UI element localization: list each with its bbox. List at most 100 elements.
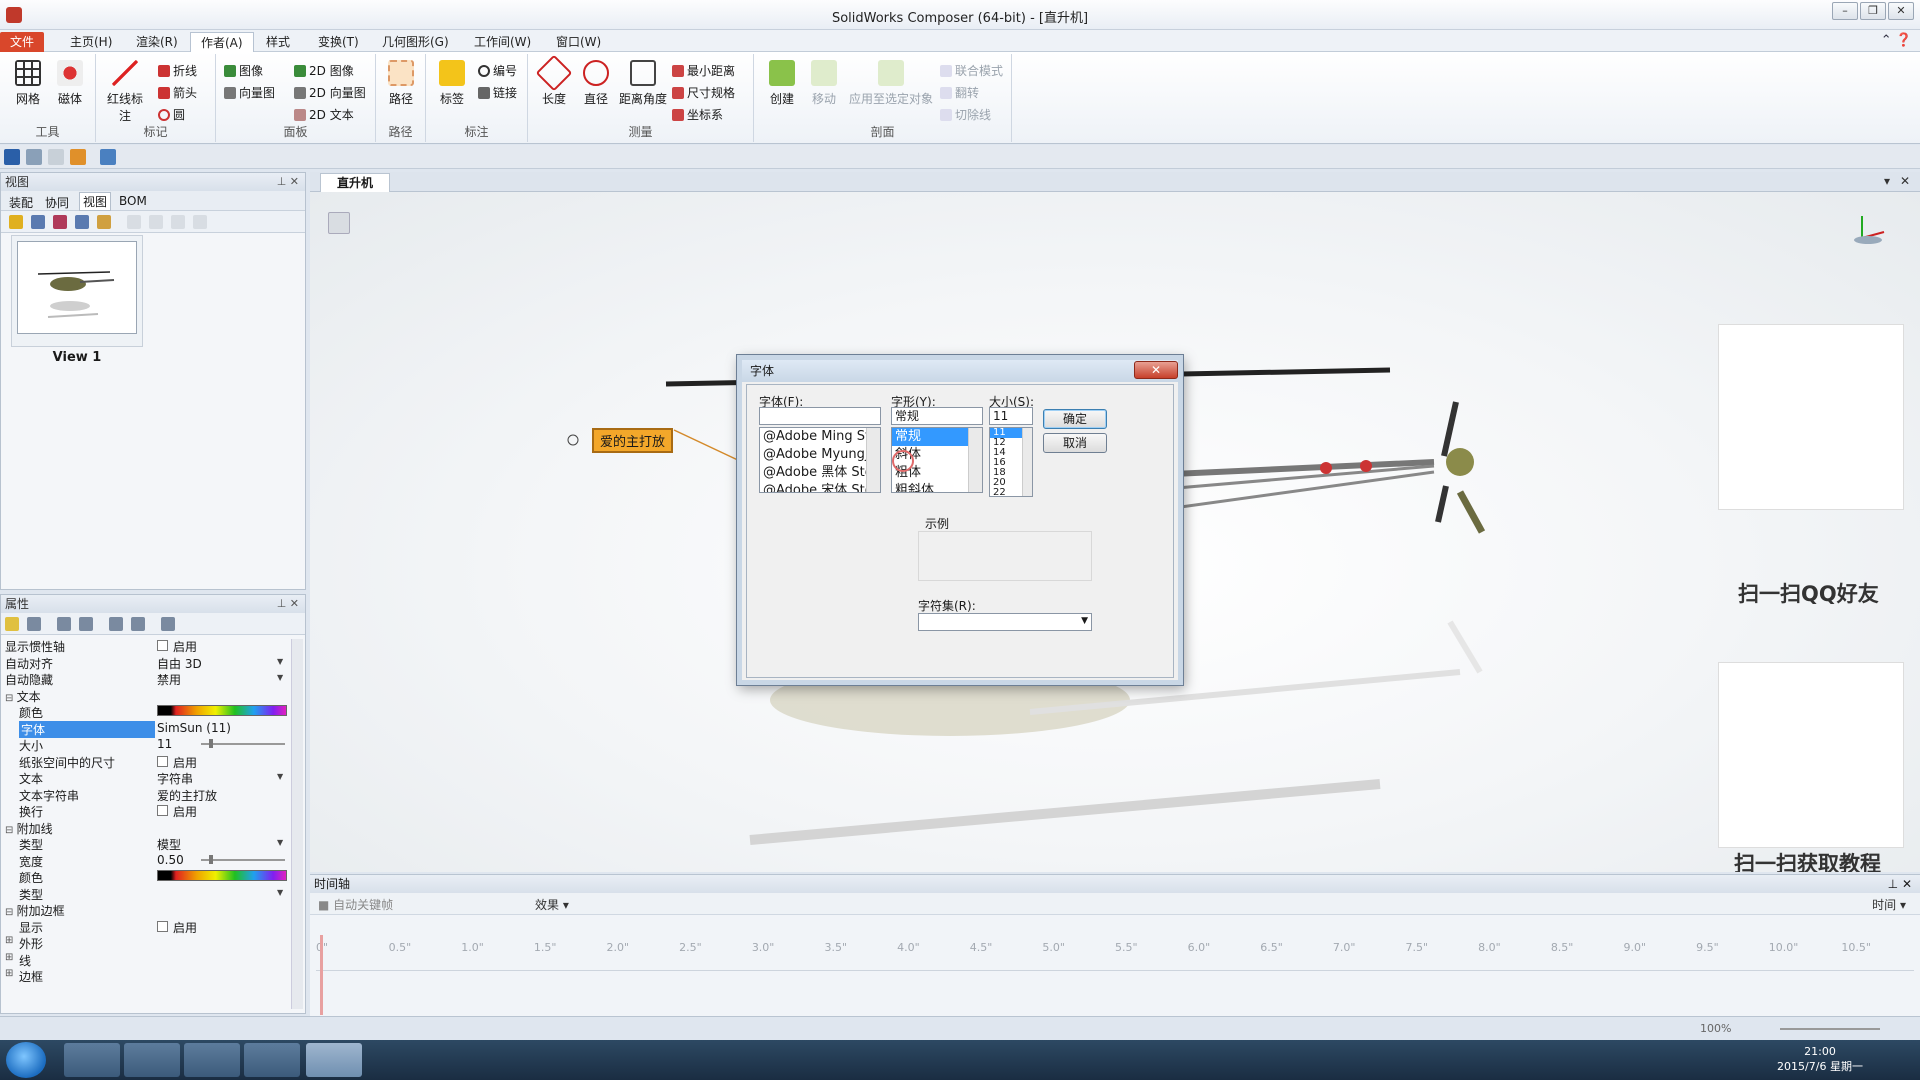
font-list-item[interactable]: @Adobe 黑体 Std bbox=[760, 464, 880, 482]
expand-icon[interactable]: ⊞ bbox=[5, 968, 13, 979]
time-mode-button[interactable]: 时间 ▾ bbox=[1872, 896, 1906, 913]
flip-button[interactable]: 翻转 bbox=[940, 84, 979, 101]
reset-icon[interactable] bbox=[57, 617, 71, 631]
grid-button[interactable]: 网格 bbox=[8, 60, 48, 107]
property-row[interactable]: 显示 启用 bbox=[1, 918, 291, 935]
property-slider[interactable] bbox=[201, 739, 285, 748]
property-value[interactable]: SimSun (11) bbox=[157, 721, 231, 735]
tab-author[interactable]: 作者(A) bbox=[190, 32, 254, 52]
timeline-playhead[interactable] bbox=[320, 935, 323, 1015]
property-checkbox[interactable] bbox=[157, 640, 168, 651]
open-icon[interactable] bbox=[100, 149, 116, 165]
tab-workshop[interactable]: 工作间(W) bbox=[464, 32, 541, 52]
property-row[interactable]: 类型 模型 ▼ bbox=[1, 835, 291, 853]
property-section[interactable]: 附加边框 bbox=[1, 901, 291, 918]
create-section-button[interactable]: 创建 bbox=[762, 60, 802, 107]
property-row[interactable]: 纸张空间中的尺寸 启用 bbox=[1, 753, 291, 770]
chevron-down-icon[interactable]: ▼ bbox=[277, 888, 283, 897]
move-up-icon[interactable] bbox=[127, 215, 141, 229]
size-list[interactable]: 11 12 14 16 18 20 22 bbox=[989, 427, 1033, 497]
property-value[interactable]: 11 bbox=[157, 737, 172, 751]
property-row[interactable]: 类型 ▼ bbox=[1, 885, 291, 902]
charset-select[interactable] bbox=[918, 613, 1092, 631]
expand-icon[interactable]: ⊞ bbox=[5, 935, 13, 946]
diameter-button[interactable]: 直径 bbox=[576, 60, 616, 107]
property-value[interactable]: 爱的主打放 bbox=[157, 787, 217, 804]
font-name-input[interactable] bbox=[759, 407, 881, 425]
property-row[interactable]: 文本字符串 爱的主打放 bbox=[1, 786, 291, 804]
color-picker[interactable] bbox=[157, 705, 287, 716]
property-row[interactable]: 自动隐藏 禁用 ▼ bbox=[1, 670, 291, 687]
zoom-slider[interactable] bbox=[1780, 1028, 1880, 1030]
property-row[interactable]: 大小 11 bbox=[1, 736, 291, 753]
property-row[interactable]: 自动对齐 自由 3D ▼ bbox=[1, 654, 291, 672]
property-section[interactable]: 文本 bbox=[1, 687, 291, 704]
property-checkbox[interactable] bbox=[157, 805, 168, 816]
publish-icon[interactable] bbox=[70, 149, 86, 165]
image2d-button[interactable]: 2D 图像 bbox=[294, 62, 354, 79]
font-list-item[interactable]: @Adobe 宋体 Std bbox=[760, 482, 880, 492]
tab-collab[interactable]: 协同 bbox=[45, 194, 69, 211]
link-button[interactable]: 链接 bbox=[478, 84, 517, 101]
property-value[interactable]: 字符串 bbox=[157, 770, 193, 787]
system-clock[interactable]: 21:00 2015/7/6 星期一 bbox=[1770, 1044, 1870, 1074]
property-checkbox[interactable] bbox=[157, 755, 168, 767]
chevron-down-icon[interactable]: ▼ bbox=[277, 657, 283, 666]
dimspec-button[interactable]: 尺寸规格 bbox=[672, 84, 735, 101]
tab-geometry[interactable]: 几何图形(G) bbox=[372, 32, 459, 52]
tab-close-icon[interactable]: ✕ bbox=[1900, 174, 1910, 188]
property-row[interactable]: 宽度 0.50 bbox=[1, 852, 291, 869]
document-tab[interactable]: 直升机 bbox=[320, 173, 391, 192]
property-value[interactable]: 自由 3D bbox=[157, 655, 202, 672]
autokey-button[interactable]: ■ 自动关键帧 bbox=[318, 896, 393, 913]
create-view-icon[interactable] bbox=[9, 215, 23, 229]
property-row[interactable]: 换行 启用 bbox=[1, 802, 291, 819]
property-row[interactable]: 显示惯性轴 启用 bbox=[1, 637, 291, 655]
effects-button[interactable]: 效果 ▾ bbox=[535, 896, 569, 913]
property-slider[interactable] bbox=[201, 854, 285, 864]
expand-icon[interactable]: ⊞ bbox=[5, 952, 13, 963]
tab-file[interactable]: 文件 bbox=[0, 32, 45, 52]
chevron-down-icon[interactable]: ▼ bbox=[277, 838, 283, 847]
property-value[interactable]: 模型 bbox=[157, 836, 181, 853]
sort-az-icon[interactable] bbox=[27, 617, 41, 631]
path-button[interactable]: 路径 bbox=[381, 60, 421, 107]
vector2d-button[interactable]: 2D 向量图 bbox=[294, 84, 366, 101]
property-value[interactable]: 0.50 bbox=[157, 853, 184, 867]
coordsys-button[interactable]: 坐标系 bbox=[672, 106, 723, 123]
font-size-input[interactable]: 11 bbox=[989, 407, 1033, 425]
property-row[interactable]: 边框 ⊞ bbox=[1, 967, 291, 984]
help-icon[interactable]: ⌃ ❓ bbox=[1881, 33, 1912, 48]
image-button[interactable]: 图像 bbox=[224, 62, 263, 79]
property-row[interactable]: 字体 SimSun (11) bbox=[1, 720, 291, 738]
tab-window[interactable]: 窗口(W) bbox=[546, 32, 611, 52]
tab-home[interactable]: 主页(H) bbox=[60, 32, 122, 52]
font-list[interactable]: @Adobe Ming Std @Adobe Myungjo @Adobe 黑体… bbox=[759, 427, 881, 493]
property-row[interactable]: 线 ⊞ bbox=[1, 951, 291, 968]
property-row[interactable]: 颜色 bbox=[1, 868, 291, 885]
font-list-item[interactable]: @Adobe Ming Std bbox=[760, 428, 880, 446]
dialog-close-button[interactable]: ✕ bbox=[1134, 361, 1178, 379]
chevron-down-icon[interactable]: ▼ bbox=[277, 772, 283, 781]
refresh-view-icon[interactable] bbox=[75, 215, 89, 229]
categorized-icon[interactable] bbox=[5, 617, 19, 631]
taskbar-composer[interactable] bbox=[306, 1043, 362, 1077]
property-value[interactable]: 启用 bbox=[173, 638, 197, 655]
apply-selected-button[interactable]: 应用至选定对象 bbox=[848, 60, 934, 107]
axis-triad-icon[interactable] bbox=[1850, 210, 1890, 250]
property-checkbox[interactable] bbox=[157, 920, 168, 932]
union-mode-button[interactable]: 联合模式 bbox=[940, 62, 1003, 79]
tab-views[interactable]: 视图 bbox=[79, 192, 112, 211]
timeline-ruler[interactable]: 0"0.5"1.0"1.5"2.0"2.5"3.0"3.5"4.0"4.5"5.… bbox=[316, 941, 1914, 971]
edit-view-icon[interactable] bbox=[97, 215, 111, 229]
redo-icon[interactable] bbox=[48, 149, 64, 165]
cutline-button[interactable]: 切除线 bbox=[940, 106, 991, 123]
save-icon[interactable] bbox=[4, 149, 20, 165]
tab-assembly[interactable]: 装配 bbox=[9, 194, 33, 211]
taskbar-chrome[interactable] bbox=[244, 1043, 300, 1077]
circle-button[interactable]: 圆 bbox=[158, 106, 185, 123]
view-icon[interactable] bbox=[53, 215, 67, 229]
copy-props-icon[interactable] bbox=[161, 617, 175, 631]
font-list-scrollbar[interactable] bbox=[866, 428, 880, 492]
distangle-button[interactable]: 距离角度 bbox=[618, 60, 668, 107]
